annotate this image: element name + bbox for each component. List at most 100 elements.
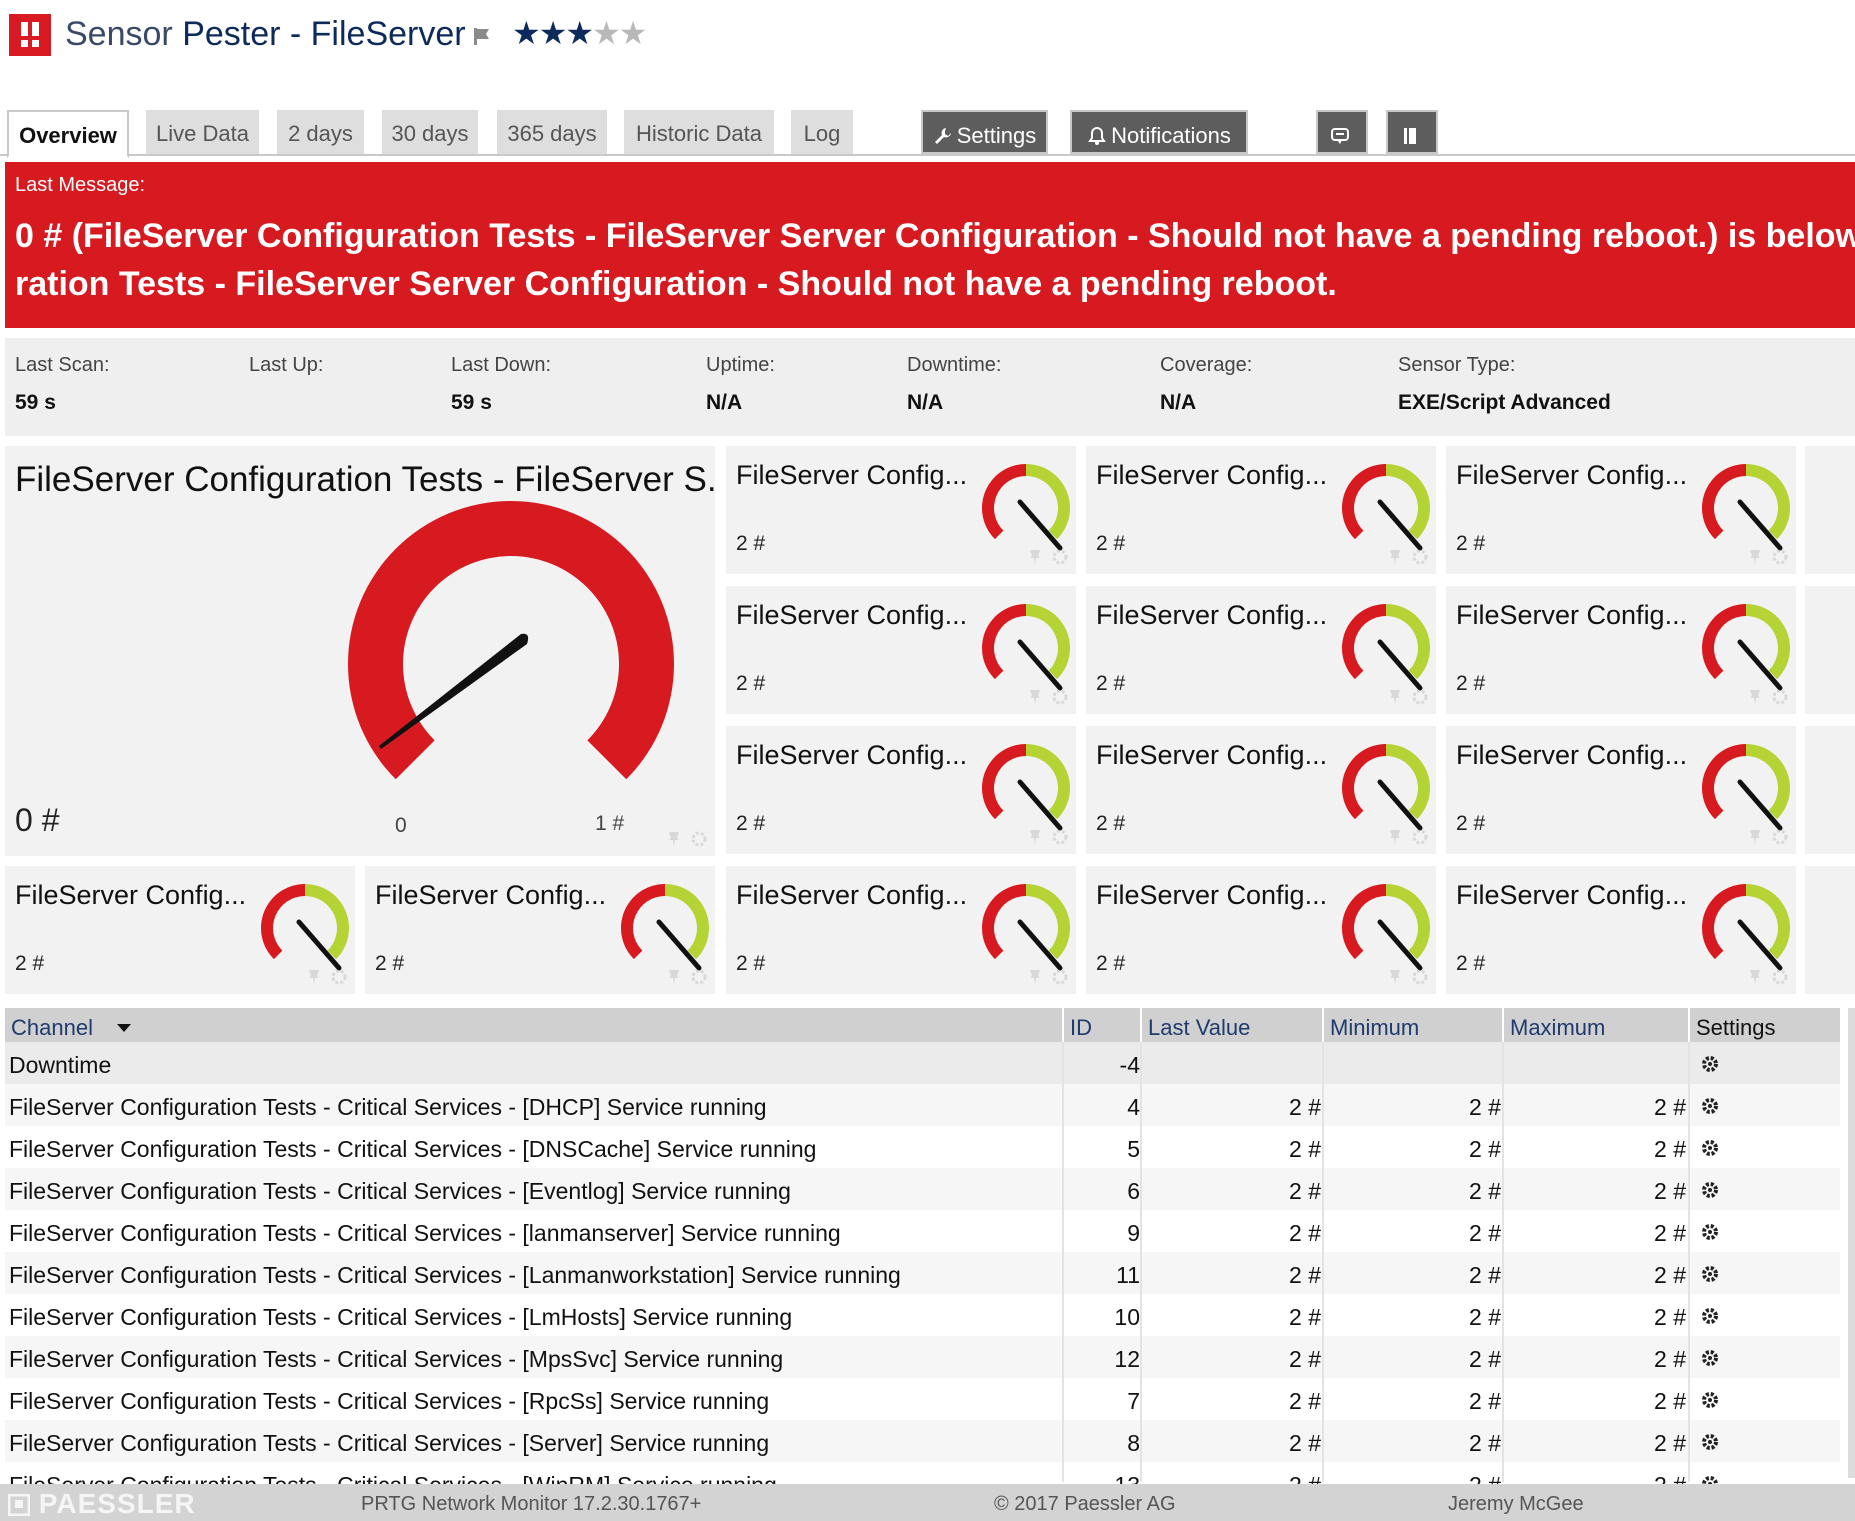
gauge-controls[interactable] [1386, 688, 1430, 706]
sensor-status-bar: Last Scan: 59 s Last Up: Last Down: 59 s U… [5, 338, 1855, 436]
gauge-title: FileServer Config... [1096, 600, 1328, 630]
channel-name[interactable]: FileServer Configuration Tests - Critica… [9, 1126, 816, 1168]
paessler-logo-icon [7, 1493, 31, 1517]
gauge-controls[interactable] [1746, 968, 1790, 986]
col-last-value[interactable]: Last Value [1140, 1008, 1322, 1042]
channel-gauge-tile[interactable]: FileServer Config... 2 # [1446, 446, 1796, 574]
star-icon[interactable]: ★★★ [512, 15, 594, 51]
channel-gauge-tile[interactable]: FileServer Config... 2 # [726, 446, 1076, 574]
table-row[interactable]: FileServer Configuration Tests - Critica… [5, 1420, 1840, 1462]
col-maximum[interactable]: Maximum [1502, 1008, 1688, 1042]
channel-gauge-tile[interactable]: FileServer Config... 2 # [1086, 726, 1436, 854]
gauge-controls[interactable] [1746, 548, 1790, 566]
priority-stars[interactable]: ★★★★★ [512, 14, 647, 52]
channel-settings-button[interactable] [1700, 1348, 1720, 1368]
channel-name[interactable]: FileServer Configuration Tests - Critica… [9, 1210, 841, 1252]
channel-settings-button[interactable] [1700, 1096, 1720, 1116]
col-channel[interactable]: Channel [5, 1008, 1062, 1042]
scrollbar[interactable] [1848, 1008, 1855, 1478]
gauge-controls[interactable] [665, 968, 709, 986]
paessler-logo[interactable]: PAESSLER [7, 1484, 196, 1521]
sort-down-icon[interactable] [115, 1022, 133, 1034]
table-row[interactable]: FileServer Configuration Tests - Critica… [5, 1336, 1840, 1378]
tab-30-days[interactable]: 30 days [382, 110, 478, 154]
channel-name[interactable]: Downtime [9, 1042, 111, 1084]
table-row[interactable]: FileServer Configuration Tests - Critica… [5, 1168, 1840, 1210]
channel-settings-button[interactable] [1700, 1138, 1720, 1158]
channel-settings-button[interactable] [1700, 1306, 1720, 1326]
gauge-dial [1342, 464, 1430, 551]
col-minimum[interactable]: Minimum [1322, 1008, 1502, 1042]
tab-historic-data[interactable]: Historic Data [624, 110, 774, 154]
star-icon[interactable]: ★★ [592, 15, 647, 51]
gauge-controls[interactable] [665, 830, 709, 848]
gauge-dial [621, 884, 709, 971]
gauge-controls[interactable] [1026, 968, 1070, 986]
channel-name[interactable]: FileServer Configuration Tests - Critica… [9, 1294, 792, 1336]
gauge-title: FileServer Config... [1456, 460, 1688, 490]
gauge-value: 2 # [1456, 952, 1486, 975]
gauge-title: FileServer Config... [1096, 740, 1328, 770]
gauge-value: 2 # [736, 532, 766, 555]
table-row[interactable]: FileServer Configuration Tests - Critica… [5, 1210, 1840, 1252]
channel-settings-button[interactable] [1700, 1432, 1720, 1452]
channel-gauge-tile[interactable]: FileServer Config... 2 # [1086, 446, 1436, 574]
gauge-controls[interactable] [1386, 968, 1430, 986]
gauge-controls[interactable] [1026, 828, 1070, 846]
history-button[interactable] [1386, 110, 1438, 154]
gauge-controls[interactable] [1386, 828, 1430, 846]
channel-name[interactable]: FileServer Configuration Tests - Critica… [9, 1084, 767, 1126]
channel-gauge-tile[interactable]: FileServer Config... 2 # [365, 866, 715, 994]
channel-settings-button[interactable] [1700, 1264, 1720, 1284]
gauge-dial [1342, 744, 1430, 831]
user-name[interactable]: Jeremy McGee [1448, 1484, 1584, 1521]
channel-gauge-tile[interactable]: FileServer Config... 2 # [1086, 866, 1436, 994]
channel-last-value: 2 # [1289, 1136, 1321, 1162]
gauge-controls[interactable] [1746, 688, 1790, 706]
channel-gauge-tile[interactable]: FileServer Config... 2 # [1446, 726, 1796, 854]
channel-gauge-tile[interactable]: FileServer Config... 2 # [726, 866, 1076, 994]
gauge-controls[interactable] [1026, 688, 1070, 706]
primary-channel-gauge[interactable]: FileServer Configuration Tests - FileSer… [5, 446, 715, 856]
sensor-name: Pester - FileServer [182, 15, 466, 53]
col-id[interactable]: ID [1062, 1008, 1140, 1042]
prtg-logo-icon[interactable] [9, 14, 51, 56]
channel-name[interactable]: FileServer Configuration Tests - Critica… [9, 1336, 783, 1378]
channel-settings-button[interactable] [1700, 1390, 1720, 1410]
channel-name[interactable]: FileServer Configuration Tests - Critica… [9, 1252, 901, 1294]
gauge-controls[interactable] [1386, 548, 1430, 566]
channel-gauge-tile[interactable]: FileServer Config... 2 # [1446, 866, 1796, 994]
gauge-controls[interactable] [305, 968, 349, 986]
channel-gauge-tile[interactable]: FileServer Config... 2 # [726, 726, 1076, 854]
channel-gauge-tile[interactable]: FileServer Config... 2 # [5, 866, 355, 994]
tab-live-data[interactable]: Live Data [146, 110, 259, 154]
gear-icon [1772, 969, 1788, 985]
gauge-controls[interactable] [1026, 548, 1070, 566]
gear-icon [1702, 1098, 1718, 1114]
channel-name[interactable]: FileServer Configuration Tests - Critica… [9, 1168, 791, 1210]
table-row[interactable]: Downtime -4 [5, 1042, 1840, 1084]
settings-button[interactable]: Settings [921, 110, 1048, 154]
channel-settings-button[interactable] [1700, 1180, 1720, 1200]
channel-gauge-tile[interactable]: FileServer Config... 2 # [1446, 586, 1796, 714]
tab-overview[interactable]: Overview [7, 110, 129, 158]
channel-gauge-tile[interactable]: FileServer Config... 2 # [726, 586, 1076, 714]
table-row[interactable]: FileServer Configuration Tests - Critica… [5, 1252, 1840, 1294]
tab-2-days[interactable]: 2 days [277, 110, 364, 154]
channel-settings-button[interactable] [1700, 1054, 1720, 1074]
table-row[interactable]: FileServer Configuration Tests - Critica… [5, 1294, 1840, 1336]
flag-icon[interactable] [472, 26, 492, 46]
gauge-controls[interactable] [1746, 828, 1790, 846]
tab-log[interactable]: Log [791, 110, 853, 154]
tab-365-days[interactable]: 365 days [497, 110, 607, 154]
notifications-button[interactable]: Notifications [1070, 110, 1248, 154]
table-row[interactable]: FileServer Configuration Tests - Critica… [5, 1084, 1840, 1126]
table-row[interactable]: FileServer Configuration Tests - Critica… [5, 1378, 1840, 1420]
channel-minimum: 2 # [1469, 1262, 1501, 1288]
channel-name[interactable]: FileServer Configuration Tests - Critica… [9, 1420, 769, 1462]
channel-name[interactable]: FileServer Configuration Tests - Critica… [9, 1378, 769, 1420]
channel-gauge-tile[interactable]: FileServer Config... 2 # [1086, 586, 1436, 714]
channel-settings-button[interactable] [1700, 1222, 1720, 1242]
comments-button[interactable] [1316, 110, 1368, 154]
table-row[interactable]: FileServer Configuration Tests - Critica… [5, 1126, 1840, 1168]
